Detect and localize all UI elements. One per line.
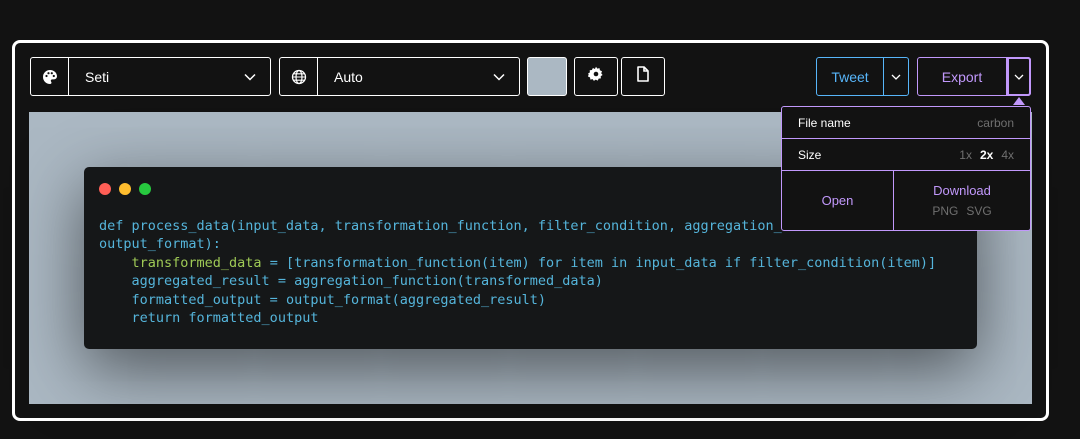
code-line-1: def process_data(input_data, transformat…	[99, 218, 782, 234]
code-line-2: output_format):	[99, 236, 221, 253]
code-editor[interactable]: def process_data(input_data, transformat…	[99, 217, 936, 327]
minimize-dot	[119, 183, 131, 195]
size-option-1x[interactable]: 1x	[959, 148, 972, 162]
background-color-picker[interactable]	[527, 57, 567, 96]
chevron-down-icon	[1014, 74, 1024, 80]
open-button[interactable]: Open	[782, 171, 894, 230]
chevron-down-icon	[891, 74, 901, 80]
code-line-4: aggregated_result = aggregation_function…	[131, 273, 603, 290]
export-menu: File name carbon Size 1x 2x 4x Open Down…	[781, 106, 1031, 231]
export-options-button[interactable]	[1007, 57, 1031, 96]
chevron-down-icon	[230, 73, 270, 81]
format-png-button[interactable]: PNG	[932, 204, 958, 218]
export-button-group: Export	[917, 57, 1031, 96]
tweet-button-group: Tweet	[816, 57, 909, 96]
gear-icon	[587, 66, 604, 87]
settings-button[interactable]	[574, 57, 618, 96]
download-label: Download	[933, 183, 991, 198]
size-label: Size	[798, 147, 822, 162]
theme-value: Seti	[85, 68, 110, 85]
download-section: Download PNG SVG	[894, 171, 1030, 230]
file-name-row: File name carbon	[782, 107, 1030, 139]
code-line-3-var: transformed_data	[131, 254, 262, 271]
palette-icon	[31, 58, 69, 95]
tweet-button[interactable]: Tweet	[817, 58, 884, 95]
language-select[interactable]: Auto	[279, 57, 520, 96]
theme-select[interactable]: Seti	[30, 57, 271, 96]
export-button[interactable]: Export	[918, 58, 1007, 95]
chevron-down-icon	[479, 73, 519, 81]
close-dot	[99, 183, 111, 195]
maximize-dot	[139, 183, 151, 195]
size-option-4x[interactable]: 4x	[1001, 148, 1014, 162]
format-svg-button[interactable]: SVG	[966, 204, 991, 218]
dropdown-caret	[1013, 97, 1025, 105]
copy-icon	[636, 66, 650, 87]
code-line-6: return formatted_output	[131, 310, 319, 327]
size-option-2x[interactable]: 2x	[980, 148, 993, 162]
size-row: Size 1x 2x 4x	[782, 139, 1030, 171]
file-name-input[interactable]: carbon	[977, 116, 1014, 130]
code-line-5: formatted_output = output_format(aggrega…	[131, 291, 547, 308]
file-name-label: File name	[798, 115, 851, 130]
code-line-3-rest: = [transformation_function(item) for ite…	[261, 254, 937, 271]
language-value: Auto	[334, 68, 363, 85]
window-controls	[99, 183, 151, 195]
globe-icon	[280, 58, 318, 95]
format-options: PNG SVG	[932, 204, 991, 218]
size-options: 1x 2x 4x	[959, 148, 1014, 162]
tweet-options-button[interactable]	[884, 58, 908, 95]
copy-button[interactable]	[621, 57, 665, 96]
export-actions: Open Download PNG SVG	[782, 171, 1030, 230]
